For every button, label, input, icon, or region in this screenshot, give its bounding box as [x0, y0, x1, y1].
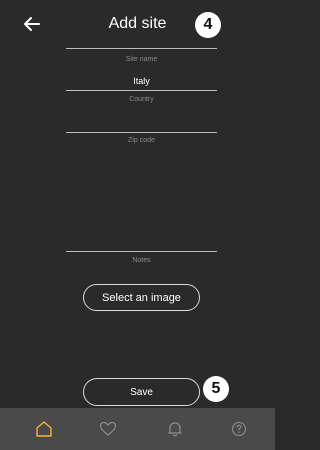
country-label: Country [129, 96, 154, 103]
bottom-nav [0, 408, 275, 450]
country-underline [66, 132, 217, 133]
site-name-top-rule [66, 48, 217, 49]
page-title: Add site [108, 15, 167, 32]
add-site-screen: Add site 4 Site name Italy Country Zip c… [0, 0, 275, 450]
nav-home[interactable] [34, 419, 54, 439]
nav-notifications[interactable] [165, 419, 185, 439]
step-badge: 4 [195, 12, 221, 38]
site-name-input[interactable]: Italy [66, 76, 217, 87]
select-image-button[interactable]: Select an image [83, 284, 200, 311]
nav-help[interactable] [229, 419, 249, 439]
zip-code-underline [66, 251, 217, 252]
zip-code-label: Zip code [128, 137, 155, 144]
site-name-underline [66, 90, 217, 91]
home-icon [36, 421, 52, 437]
country-input[interactable] [66, 106, 217, 130]
zip-code-input[interactable] [66, 148, 217, 248]
help-icon [231, 421, 247, 437]
save-button[interactable]: Save [83, 378, 200, 406]
notes-input[interactable] [66, 266, 217, 276]
heart-icon [99, 421, 117, 436]
save-step-badge: 5 [203, 376, 229, 402]
bell-icon [168, 422, 182, 437]
site-name-label: Site name [125, 56, 158, 63]
notes-label: Notes [132, 257, 151, 264]
nav-favorites[interactable] [98, 419, 118, 439]
